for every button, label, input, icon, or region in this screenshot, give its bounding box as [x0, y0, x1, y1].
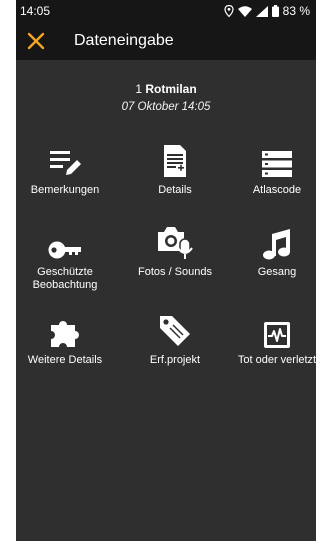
observation-header: 1 Rotmilan 07 Oktober 14:05	[16, 82, 316, 113]
signal-icon	[255, 5, 268, 17]
tag-icon	[160, 316, 190, 346]
menu-item-gesang[interactable]: Gesang	[222, 222, 316, 279]
music-note-icon	[263, 229, 290, 260]
menu-label-bemerkungen: Bemerkungen	[30, 184, 100, 196]
menu-item-weitere-details[interactable]: Weitere Details	[16, 310, 120, 367]
status-time: 14:05	[20, 4, 51, 18]
puzzle-icon	[51, 321, 79, 347]
phone-screen: 14:05 83 % Dateneingabe 1 Rotmilan 07 Ok…	[16, 0, 316, 541]
app-bar: Dateneingabe	[16, 22, 316, 60]
menu-label-geschuetzte-beobachtung: Geschützte Beobachtung	[32, 266, 98, 291]
menu-label-tot-oder-verletzt: Tot oder verletzt	[237, 354, 316, 366]
atlascode-list-icon	[262, 151, 292, 177]
menu-label-erf-projekt: Erf.projekt	[149, 354, 201, 366]
notes-edit-icon	[50, 151, 81, 175]
battery-icon	[271, 5, 279, 17]
species-name: Rotmilan	[145, 82, 197, 96]
menu-label-weitere-details: Weitere Details	[27, 354, 103, 366]
menu-label-atlascode: Atlascode	[252, 184, 302, 196]
key-icon	[48, 241, 81, 259]
observation-datetime: 07 Oktober 14:05	[121, 101, 211, 113]
menu-item-atlascode[interactable]: Atlascode	[222, 140, 316, 197]
menu-item-erf-projekt[interactable]: Erf.projekt	[120, 310, 230, 367]
wifi-icon	[237, 5, 252, 17]
observation-species: 1 Rotmilan	[16, 82, 316, 96]
page-title: Dateneingabe	[74, 32, 174, 49]
menu-label-details: Details	[158, 184, 192, 196]
menu-item-details[interactable]: Details	[120, 140, 230, 197]
menu-item-bemerkungen[interactable]: Bemerkungen	[16, 140, 120, 197]
heartbeat-icon	[264, 322, 290, 348]
menu-item-geschuetzte-beobachtung[interactable]: Geschützte Beobachtung	[16, 222, 120, 292]
status-icons: 83 %	[224, 4, 310, 18]
battery-percent: 83 %	[282, 4, 310, 18]
menu-item-fotos-sounds[interactable]: Fotos / Sounds	[120, 222, 230, 279]
location-icon	[224, 5, 234, 17]
close-button[interactable]	[26, 31, 46, 51]
details-document-icon	[164, 145, 186, 177]
menu-label-fotos-sounds: Fotos / Sounds	[138, 266, 212, 278]
close-icon	[27, 32, 45, 50]
menu-item-tot-oder-verletzt[interactable]: Tot oder verletzt	[222, 310, 316, 367]
status-bar: 14:05 83 %	[16, 0, 316, 22]
menu-label-gesang: Gesang	[257, 266, 297, 278]
camera-mic-icon	[158, 227, 193, 259]
observation-count: 1	[135, 82, 142, 96]
